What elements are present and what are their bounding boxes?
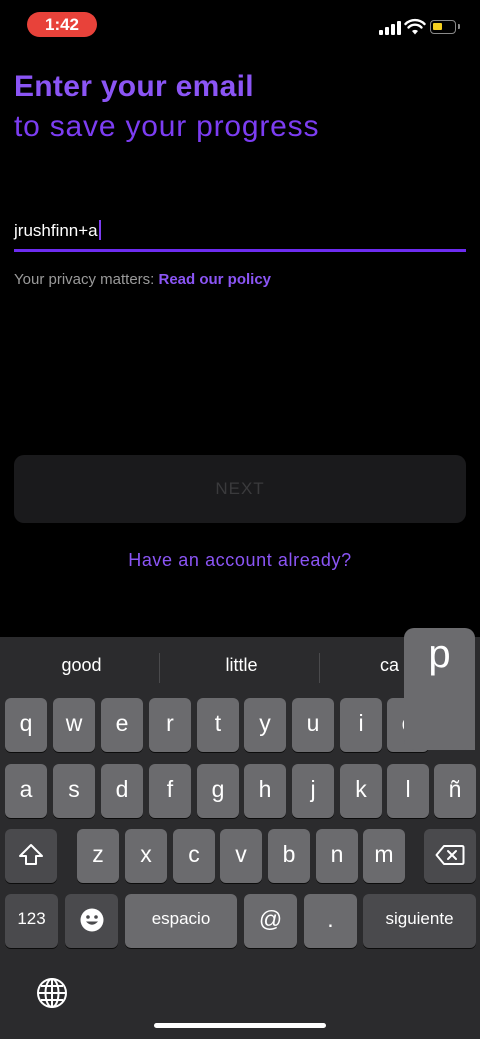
status-time[interactable]: 1:42	[27, 12, 97, 37]
key-m[interactable]: m	[363, 829, 405, 883]
key-w[interactable]: w	[53, 698, 95, 752]
email-underline	[14, 249, 466, 252]
screen: 1:42 Enter your email to save your progr…	[0, 0, 480, 1039]
text-caret	[98, 220, 101, 240]
suggestion-1[interactable]: good	[20, 655, 143, 676]
page-title: Enter your email	[14, 70, 254, 103]
shift-icon	[19, 844, 43, 865]
key-f[interactable]: f	[149, 764, 191, 818]
key-l[interactable]: l	[387, 764, 429, 818]
suggestion-divider	[319, 653, 320, 683]
key-a[interactable]: a	[5, 764, 47, 818]
page-subtitle: to save your progress	[14, 110, 320, 143]
key-e[interactable]: e	[101, 698, 143, 752]
key-j[interactable]: j	[292, 764, 334, 818]
key-u[interactable]: u	[292, 698, 334, 752]
key-t[interactable]: t	[197, 698, 239, 752]
space-key[interactable]: espacio	[125, 894, 237, 948]
key-b[interactable]: b	[268, 829, 310, 883]
home-indicator[interactable]	[154, 1023, 326, 1028]
key-popup-p[interactable]: p	[404, 628, 475, 750]
key-popup-letter: p	[428, 632, 451, 676]
privacy-policy-link[interactable]: Read our policy	[159, 271, 272, 288]
key-z[interactable]: z	[77, 829, 119, 883]
email-field[interactable]: jrushfinn+a	[14, 214, 466, 252]
cellular-signal-icon	[379, 21, 401, 35]
key-v[interactable]: v	[220, 829, 262, 883]
suggestion-2[interactable]: little	[175, 655, 308, 676]
key-q[interactable]: q	[5, 698, 47, 752]
wifi-icon	[404, 18, 426, 35]
return-key[interactable]: siguiente	[363, 894, 476, 948]
have-account-link[interactable]: Have an account already?	[0, 550, 480, 571]
next-button[interactable]: NEXT	[14, 455, 466, 523]
privacy-text: Your privacy matters:	[14, 271, 159, 288]
key-g[interactable]: g	[197, 764, 239, 818]
shift-key[interactable]	[5, 829, 57, 883]
delete-key[interactable]	[424, 829, 476, 883]
privacy-note: Your privacy matters: Read our policy	[14, 271, 271, 288]
key-enye[interactable]: ñ	[434, 764, 476, 818]
email-value: jrushfinn+a	[14, 221, 98, 240]
key-r[interactable]: r	[149, 698, 191, 752]
numbers-key[interactable]: 123	[5, 894, 58, 948]
period-key[interactable]: .	[304, 894, 357, 948]
delete-icon	[435, 845, 465, 865]
status-bar: 1:42	[0, 0, 480, 50]
key-i[interactable]: i	[340, 698, 382, 752]
battery-icon	[430, 20, 460, 34]
at-key[interactable]: @	[244, 894, 297, 948]
key-k[interactable]: k	[340, 764, 382, 818]
key-c[interactable]: c	[173, 829, 215, 883]
key-x[interactable]: x	[125, 829, 167, 883]
suggestion-divider	[159, 653, 160, 683]
emoji-icon	[80, 908, 103, 932]
key-y[interactable]: y	[244, 698, 286, 752]
key-s[interactable]: s	[53, 764, 95, 818]
globe-icon[interactable]	[36, 977, 68, 1009]
key-d[interactable]: d	[101, 764, 143, 818]
key-h[interactable]: h	[244, 764, 286, 818]
emoji-key[interactable]	[65, 894, 118, 948]
key-n[interactable]: n	[316, 829, 358, 883]
